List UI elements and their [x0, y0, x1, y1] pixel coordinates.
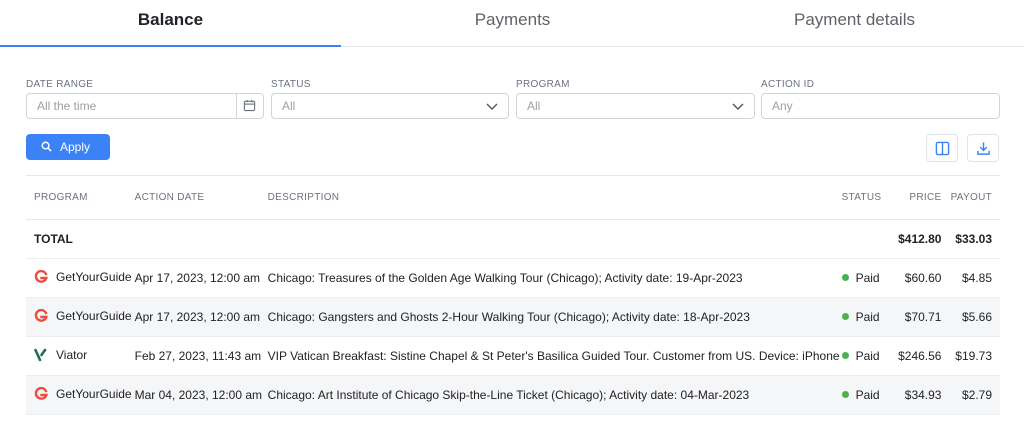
action-id-filter: ACTION ID — [761, 78, 1000, 119]
price: $60.60 — [889, 258, 943, 298]
download-button[interactable] — [967, 134, 999, 162]
getyourguide-logo-icon — [34, 308, 48, 322]
tab-bar: Balance Payments Payment details — [0, 0, 1024, 47]
program-select[interactable]: All — [516, 93, 755, 119]
total-payout: $33.03 — [942, 219, 1000, 259]
price: $246.56 — [889, 336, 943, 376]
apply-button[interactable]: Apply — [26, 134, 110, 160]
status-filter: STATUS All — [271, 78, 509, 119]
status-label: STATUS — [271, 79, 311, 90]
tab-payment-details[interactable]: Payment details — [684, 0, 1024, 44]
program-name: GetYourGuide — [56, 308, 132, 323]
search-icon — [41, 141, 52, 152]
action-date: Feb 27, 2023, 11:43 am — [133, 336, 267, 376]
getyourguide-logo-icon — [34, 386, 48, 400]
program-name: Viator — [56, 347, 88, 362]
payout: $2.79 — [942, 375, 1000, 415]
action-date: Apr 17, 2023, 12:00 am — [133, 258, 267, 298]
table-row[interactable]: GetYourGuide Apr 17, 2023, 12:00 am Chic… — [26, 258, 1000, 298]
total-label: TOTAL — [26, 219, 134, 259]
getyourguide-logo-icon — [34, 269, 48, 283]
status-select[interactable]: All — [271, 93, 509, 119]
price: $70.71 — [889, 297, 943, 337]
status-dot-icon — [841, 313, 849, 320]
tab-payments[interactable]: Payments — [342, 0, 683, 44]
status-text: Paid — [855, 271, 880, 285]
description: VIP Vatican Breakfast: Sistine Chapel & … — [266, 336, 841, 376]
action-date: Mar 04, 2023, 12:00 am — [133, 375, 267, 415]
date-range-label: DATE RANGE — [26, 79, 94, 90]
columns-icon — [935, 141, 950, 156]
payout: $19.73 — [942, 336, 1000, 376]
columns-button[interactable] — [926, 134, 958, 162]
action-date: Apr 17, 2023, 12:00 am — [133, 297, 267, 337]
program-selected-value: All — [527, 99, 541, 113]
program-filter: PROGRAM All — [516, 78, 755, 119]
payout: $5.66 — [942, 297, 1000, 337]
active-tab-indicator — [0, 45, 341, 47]
column-header-action-date[interactable]: ACTION DATE — [133, 175, 267, 220]
action-id-label: ACTION ID — [761, 79, 815, 90]
status-text: Paid — [855, 310, 880, 324]
program-name: GetYourGuide — [56, 269, 132, 284]
table-row[interactable]: GetYourGuide Mar 04, 2023, 12:00 am Chic… — [26, 375, 1000, 415]
status-text: Paid — [855, 349, 880, 363]
filter-bar: DATE RANGE STATUS All PROGRAM All — [26, 78, 1000, 122]
date-range-field[interactable] — [26, 93, 264, 119]
date-range-filter: DATE RANGE — [26, 78, 264, 119]
price: $34.93 — [889, 375, 943, 415]
column-header-description[interactable]: DESCRIPTION — [266, 175, 841, 220]
chevron-down-icon — [732, 103, 744, 110]
table-row[interactable]: Viator Feb 27, 2023, 11:43 am VIP Vatica… — [26, 336, 1000, 376]
viator-logo-icon — [34, 348, 47, 361]
column-header-status[interactable]: STATUS — [840, 175, 890, 220]
tab-balance[interactable]: Balance — [0, 0, 341, 44]
total-price: $412.80 — [889, 219, 943, 259]
balance-table: PROGRAM ACTION DATE DESCRIPTION STATUS P… — [26, 175, 1000, 415]
column-header-program[interactable]: PROGRAM — [26, 175, 134, 220]
program-name: GetYourGuide — [56, 386, 132, 401]
calendar-button[interactable] — [236, 94, 263, 118]
status-selected-value: All — [282, 99, 296, 113]
program-label: PROGRAM — [516, 79, 570, 90]
status-dot-icon — [841, 391, 849, 398]
status-dot-icon — [841, 274, 849, 281]
description: Chicago: Treasures of the Golden Age Wal… — [266, 258, 841, 298]
table-row[interactable]: GetYourGuide Apr 17, 2023, 12:00 am Chic… — [26, 297, 1000, 337]
column-header-price[interactable]: PRICE — [889, 175, 943, 220]
chevron-down-icon — [486, 103, 498, 110]
column-header-payout[interactable]: PAYOUT — [942, 175, 1000, 220]
description: Chicago: Gangsters and Ghosts 2-Hour Wal… — [266, 297, 841, 337]
description: Chicago: Art Institute of Chicago Skip-t… — [266, 375, 841, 415]
payout: $4.85 — [942, 258, 1000, 298]
status-dot-icon — [841, 352, 849, 359]
date-range-input[interactable] — [37, 95, 227, 117]
status-text: Paid — [855, 388, 880, 402]
apply-label: Apply — [60, 140, 91, 154]
download-icon — [977, 142, 990, 155]
table-header-row: PROGRAM ACTION DATE DESCRIPTION STATUS P… — [26, 175, 1000, 220]
action-id-input[interactable] — [772, 95, 962, 117]
action-id-field[interactable] — [761, 93, 1000, 119]
calendar-icon — [243, 99, 256, 112]
total-row: TOTAL $412.80 $33.03 — [26, 219, 1000, 259]
